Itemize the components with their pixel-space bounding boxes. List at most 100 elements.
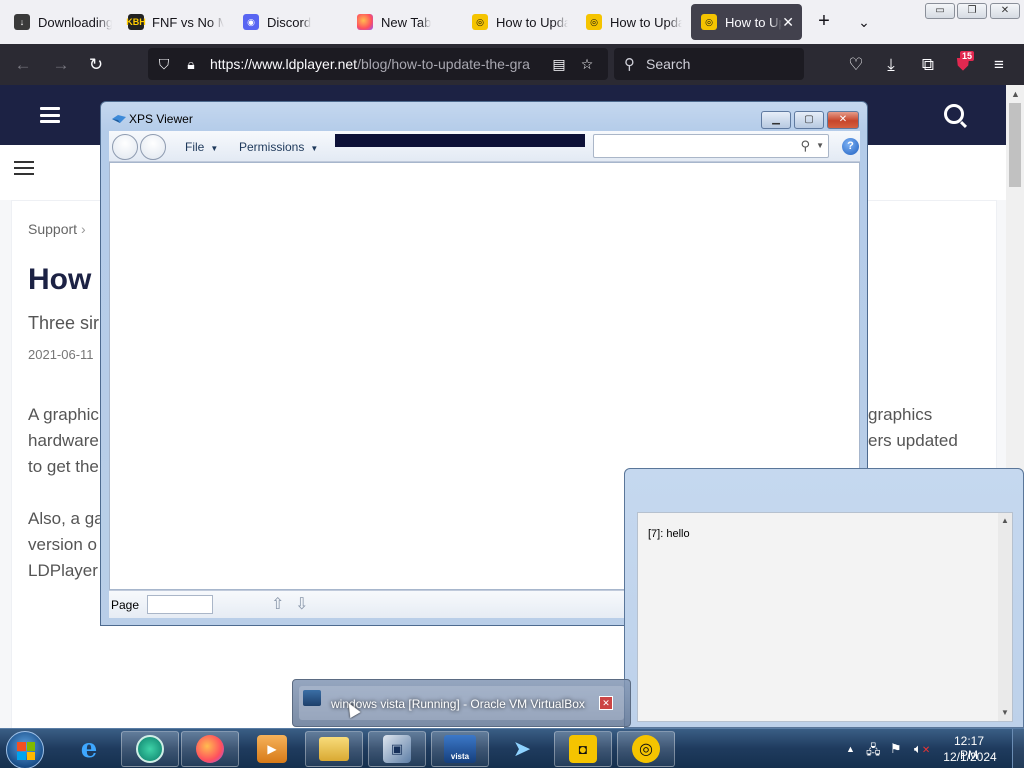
scroll-up-icon[interactable]: ▲ [1011, 89, 1020, 99]
paragraph-text: ers updated [868, 431, 958, 450]
help-icon[interactable]: ? [842, 138, 859, 155]
scrollbar-thumb[interactable] [1009, 103, 1021, 187]
tab-label: How to Upda [610, 14, 682, 30]
tab-how-to-update-active[interactable]: ◎ How to Up ✕ [691, 4, 802, 40]
show-hidden-icons-icon[interactable]: ▲ [846, 744, 855, 754]
paragraph-text: hardware [28, 431, 99, 450]
ie-icon[interactable]: e [60, 731, 118, 767]
network-icon[interactable]: 🖧︎ [866, 741, 881, 763]
ldplayer-icon: ◎ [701, 14, 717, 30]
extension-badge: 15 [960, 51, 975, 61]
tab-how-to-update-1[interactable]: ◎ How to Upda [462, 4, 568, 40]
scroll-up-icon[interactable]: ▲ [1001, 516, 1009, 525]
tab-new-tab[interactable]: New Tab [347, 4, 455, 40]
shield-icon[interactable]: ⛉ [155, 55, 173, 73]
tab-label: How to Up [725, 14, 783, 30]
search-icon[interactable]: ⚲ [800, 138, 810, 154]
close-icon[interactable]: ✕ [599, 696, 613, 710]
chevron-down-icon[interactable]: ▼ [816, 141, 824, 150]
page-number-input[interactable] [147, 595, 213, 614]
next-page-icon[interactable]: ⇩ [295, 594, 308, 614]
paragraph-text: Also, a ga [28, 509, 104, 528]
app-icon[interactable] [121, 731, 179, 767]
virtualbox-icon[interactable]: ▣ [368, 731, 426, 767]
previous-page-icon[interactable]: ⇧ [271, 594, 284, 614]
chat-window: [7]: hello ▲ ▼ [624, 468, 1024, 728]
downloads-icon[interactable]: ⤓ [878, 52, 904, 78]
tab-how-to-update-2[interactable]: ◎ How to Upda [576, 4, 682, 40]
tab-label: Downloading [38, 14, 112, 30]
new-tab-button[interactable]: + [812, 10, 836, 34]
tab-label: Discord [267, 14, 312, 30]
xps-toolbar: File ▼ Permissions ▼ ⚲ ▼ ? [109, 131, 860, 162]
ldplayer-icon: ◎ [586, 14, 602, 30]
close-button[interactable]: ✕ [990, 3, 1020, 19]
discord-icon: ◉ [243, 14, 259, 30]
bookmark-star-icon[interactable]: ☆ [578, 55, 596, 73]
chat-message: [7]: hello [648, 528, 690, 540]
restore-button[interactable]: ❐ [957, 3, 987, 19]
reload-button[interactable]: ↻ [83, 52, 109, 78]
file-menu[interactable]: File ▼ [185, 140, 218, 154]
show-desktop-button[interactable] [1012, 729, 1024, 768]
article-subtitle: Three sir [28, 313, 100, 333]
windows-logo-icon [17, 742, 35, 760]
url-text[interactable]: https://www.ldplayer.net/blog/how-to-upd… [210, 56, 540, 72]
window-title: XPS Viewer [129, 112, 193, 126]
tab-fnf[interactable]: KBH FNF vs No Mo [118, 4, 224, 40]
thumbnail-label: windows vista [Running] - Oracle VM Virt… [331, 697, 585, 711]
article-title: How [28, 263, 92, 296]
list-all-tabs-button[interactable]: ⌄ [852, 10, 876, 34]
volume-muted-icon[interactable]: 🔈︎✕ [914, 741, 930, 757]
vista-vm-icon[interactable]: vista [431, 731, 489, 767]
navigation-toolbar: ← → ↻ ⛉ 🔒︎ https://www.ldplayer.net/blog… [0, 44, 1024, 85]
scroll-down-icon[interactable]: ▼ [1001, 708, 1009, 717]
paragraph-text: graphics [868, 405, 933, 424]
permissions-menu[interactable]: Permissions ▼ [239, 140, 318, 154]
xps-titlebar[interactable]: XPS Viewer ▁ ▢ ✕ [101, 102, 867, 130]
virtualbox-icon [303, 690, 321, 706]
hamburger-menu-icon[interactable] [40, 107, 60, 123]
forward-button[interactable]: → [48, 52, 74, 78]
ldplayer-multi-icon[interactable]: ◘ [554, 731, 612, 767]
clock-date[interactable]: 12/1/2024 [942, 750, 998, 764]
table-of-contents-icon[interactable] [14, 161, 34, 177]
back-button[interactable]: ← [10, 52, 36, 78]
maximize-button[interactable]: ▢ [794, 111, 824, 129]
explorer-icon[interactable] [305, 731, 363, 767]
toolbar-artifact [335, 134, 585, 147]
reader-view-icon[interactable]: ▤ [550, 55, 568, 73]
breadcrumb[interactable]: Support › [28, 221, 86, 237]
app-menu-icon[interactable]: ≡ [986, 52, 1012, 78]
minimize-button[interactable]: ▁ [761, 111, 791, 129]
back-button[interactable] [112, 134, 138, 160]
paragraph-text: LDPlayer [28, 561, 98, 580]
url-bar[interactable]: ⛉ 🔒︎ https://www.ldplayer.net/blog/how-t… [148, 48, 608, 80]
minimize-button[interactable]: ▭ [925, 3, 955, 19]
action-center-flag-icon[interactable]: ⚑ [890, 741, 902, 757]
media-icon[interactable]: ▶ [243, 731, 301, 767]
extensions-icon[interactable]: ⧉ [915, 52, 941, 78]
telegram-icon[interactable]: ➤ [493, 731, 551, 767]
ldplayer-icon[interactable]: ◎ [617, 731, 675, 767]
close-button[interactable]: ✕ [827, 111, 859, 129]
tab-bar: ↓ Downloading KBH FNF vs No Mo ◉ Discord… [0, 0, 1024, 44]
tab-label: How to Upda [496, 14, 568, 30]
pocket-icon[interactable]: ♡ [843, 52, 869, 78]
tab-discord[interactable]: ◉ Discord [233, 4, 341, 40]
chat-log[interactable]: [7]: hello ▲ ▼ [637, 512, 1013, 722]
forward-button[interactable] [140, 134, 166, 160]
firefox-icon[interactable] [181, 731, 239, 767]
xps-viewer-icon [112, 115, 126, 123]
lock-icon[interactable]: 🔒︎ [182, 55, 200, 73]
paragraph-text: to get the [28, 457, 99, 476]
chat-scrollbar[interactable]: ▲ ▼ [998, 513, 1012, 721]
taskbar-thumbnail-preview[interactable]: windows vista [Running] - Oracle VM Virt… [292, 679, 631, 727]
close-tab-icon[interactable]: ✕ [782, 14, 794, 31]
site-search-icon[interactable] [944, 104, 964, 124]
chevron-down-icon: ▼ [310, 144, 319, 153]
search-bar[interactable]: ⚲ Search [614, 48, 804, 80]
search-input[interactable]: ⚲ ▼ [593, 134, 829, 158]
start-button[interactable] [6, 731, 44, 768]
tab-downloading[interactable]: ↓ Downloading [4, 4, 112, 40]
